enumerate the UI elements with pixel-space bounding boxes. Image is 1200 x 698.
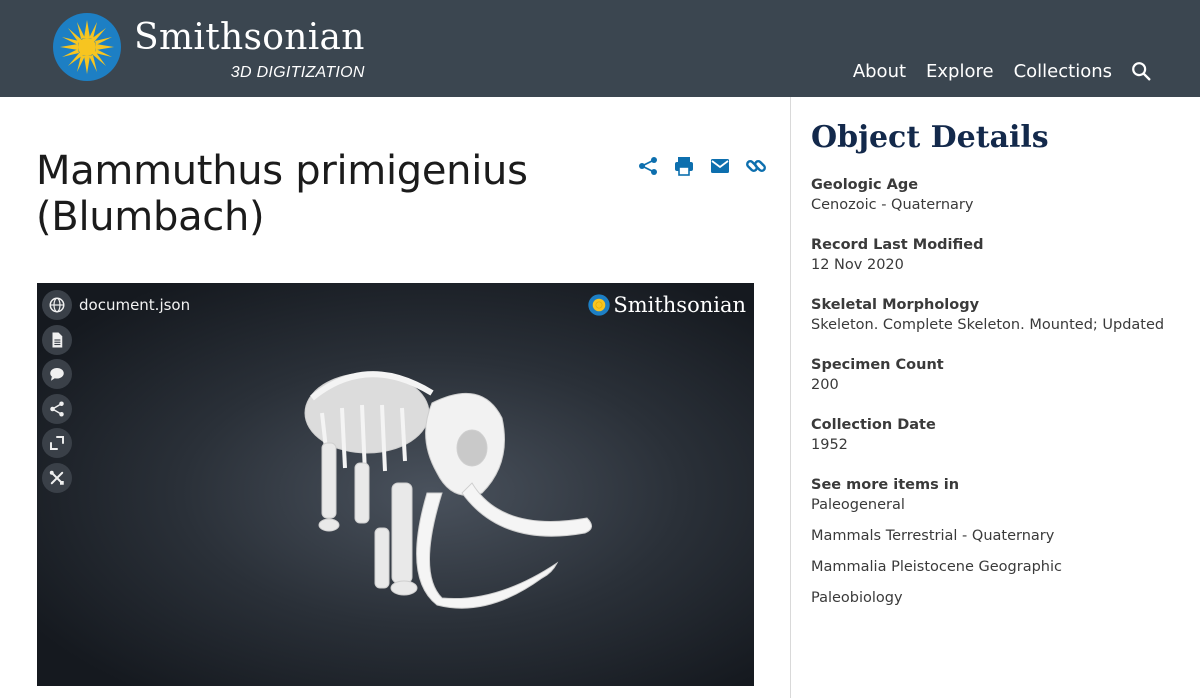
- comment-icon: [50, 368, 64, 381]
- detail-value: 12 Nov 2020: [811, 257, 904, 273]
- detail-specimen-count: Specimen Count 200: [811, 357, 1191, 393]
- 3d-viewer[interactable]: document.json Smithsonian: [37, 283, 754, 686]
- more-link-mammalia-pleistocene[interactable]: Mammalia Pleistocene Geographic: [811, 559, 1191, 575]
- viewer-brand: Smithsonian: [588, 293, 746, 317]
- document-icon: [52, 332, 63, 347]
- sidebar-divider: [790, 97, 791, 698]
- detail-collection-date: Collection Date 1952: [811, 417, 1191, 453]
- share-icon[interactable]: [636, 154, 660, 178]
- viewer-toolbar: [42, 290, 72, 497]
- fullscreen-icon: [50, 436, 64, 450]
- sun-logo-icon: [53, 13, 121, 81]
- mammoth-skeleton-model: [304, 371, 592, 609]
- tool-document[interactable]: [42, 324, 72, 355]
- action-icons: [636, 154, 780, 178]
- detail-label: Specimen Count: [811, 357, 944, 373]
- see-more-section: See more items in Paleogeneral Mammals T…: [811, 477, 1191, 606]
- detail-label: Skeletal Morphology: [811, 297, 980, 313]
- nav-collections[interactable]: Collections: [1014, 61, 1112, 82]
- detail-label: Collection Date: [811, 417, 936, 433]
- tool-annotations[interactable]: [42, 359, 72, 389]
- brand-name: Smithsonian: [134, 17, 365, 58]
- page-title: Mammuthus primigenius (Blumbach): [36, 148, 528, 240]
- detail-value: 1952: [811, 437, 848, 453]
- object-details-panel: Object Details Geologic Age Cenozoic - Q…: [811, 120, 1191, 630]
- more-link-mammals-terrestrial[interactable]: Mammals Terrestrial - Quaternary: [811, 528, 1191, 544]
- nav-about[interactable]: About: [853, 61, 906, 82]
- viewer-brand-text: Smithsonian: [613, 293, 746, 317]
- more-link-paleogeneral[interactable]: Paleogeneral: [811, 497, 1191, 513]
- email-icon[interactable]: [708, 154, 732, 178]
- main-nav: About Explore Collections: [853, 60, 1200, 82]
- smithsonian-logo[interactable]: Smithsonian 3D DIGITIZATION: [52, 12, 365, 82]
- tools-icon: [49, 470, 64, 485]
- tool-fullscreen[interactable]: [42, 428, 72, 458]
- link-icon[interactable]: [744, 154, 768, 178]
- detail-value: Skeleton. Complete Skeleton. Mounted; Up…: [811, 317, 1165, 333]
- detail-value: Cenozoic - Quaternary: [811, 197, 974, 213]
- detail-value: 200: [811, 377, 839, 393]
- brand-subtitle: 3D DIGITIZATION: [230, 64, 365, 81]
- nav-explore[interactable]: Explore: [926, 61, 994, 82]
- more-link-paleobiology[interactable]: Paleobiology: [811, 590, 1191, 606]
- see-more-label: See more items in: [811, 477, 960, 493]
- detail-record-modified: Record Last Modified 12 Nov 2020: [811, 237, 1191, 273]
- tool-share[interactable]: [42, 393, 72, 424]
- tool-globe[interactable]: [42, 290, 72, 320]
- search-icon[interactable]: [1130, 60, 1152, 82]
- tool-settings[interactable]: [42, 462, 72, 493]
- object-details-heading: Object Details: [811, 120, 1049, 155]
- sun-logo-icon: [588, 294, 610, 316]
- site-header: Smithsonian 3D DIGITIZATION About Explor…: [0, 0, 1200, 97]
- detail-skeletal-morphology: Skeletal Morphology Skeleton. Complete S…: [811, 297, 1191, 333]
- share-icon: [50, 401, 64, 416]
- detail-geologic-age: Geologic Age Cenozoic - Quaternary: [811, 177, 1191, 213]
- print-icon[interactable]: [672, 154, 696, 178]
- detail-label: Geologic Age: [811, 177, 919, 193]
- detail-label: Record Last Modified: [811, 237, 984, 253]
- document-label: document.json: [79, 296, 191, 314]
- globe-icon: [49, 297, 65, 313]
